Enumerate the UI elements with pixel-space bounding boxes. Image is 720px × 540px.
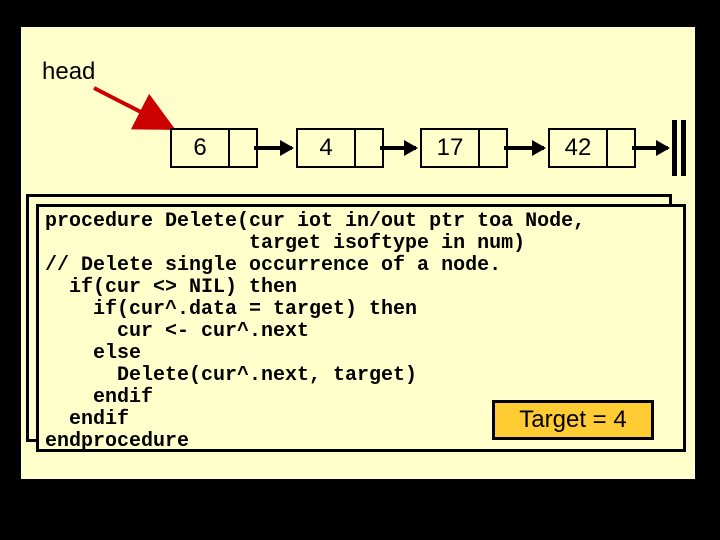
code-line: if(cur <> NIL) then xyxy=(45,276,297,299)
next-arrow-4 xyxy=(632,146,668,150)
code-line: Delete(cur^.next, target) xyxy=(45,364,417,387)
list-node-1-data: 6 xyxy=(172,130,230,166)
code-line: endprocedure xyxy=(45,430,189,453)
code-line: target isoftype in num) xyxy=(45,232,525,255)
list-node-4-ptr xyxy=(608,130,634,166)
slide-stage: head 6 4 17 42 procedure Delete(cur io xyxy=(0,0,720,540)
code-line: // Delete single occurrence of a node. xyxy=(45,254,501,277)
next-arrow-3 xyxy=(504,146,544,150)
list-node-3-data: 17 xyxy=(422,130,480,166)
list-node-2-ptr xyxy=(356,130,382,166)
code-line: endif xyxy=(45,386,153,409)
list-node-2-data: 4 xyxy=(298,130,356,166)
nil-terminator xyxy=(672,120,686,176)
list-node-3-ptr xyxy=(480,130,506,166)
code-line: endif xyxy=(45,408,129,431)
code-line: cur <- cur^.next xyxy=(45,320,309,343)
list-node-1-ptr xyxy=(230,130,256,166)
code-line: if(cur^.data = target) then xyxy=(45,298,417,321)
code-line: procedure Delete(cur iot in/out ptr toa … xyxy=(45,210,585,233)
next-arrow-1 xyxy=(254,146,292,150)
list-node-4-data: 42 xyxy=(550,130,608,166)
list-node-2: 4 xyxy=(296,128,384,168)
list-node-3: 17 xyxy=(420,128,508,168)
target-badge: Target = 4 xyxy=(492,400,654,440)
list-node-1: 6 xyxy=(170,128,258,168)
code-line: else xyxy=(45,342,141,365)
next-arrow-2 xyxy=(380,146,416,150)
head-label: head xyxy=(42,58,95,86)
list-node-4: 42 xyxy=(548,128,636,168)
